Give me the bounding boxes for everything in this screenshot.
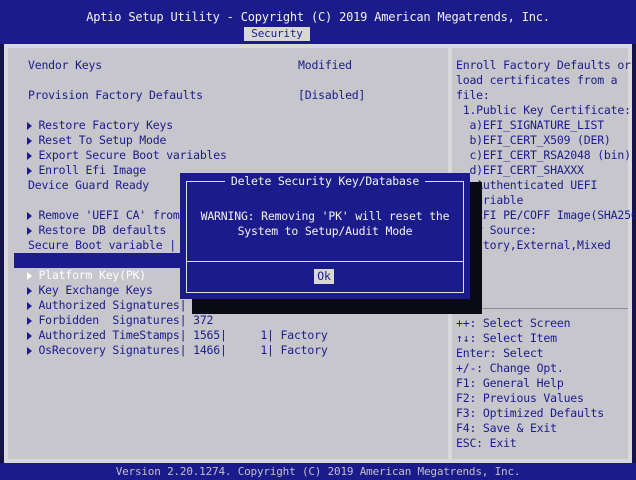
provision-factory-defaults-label[interactable]: Provision Factory Defaults [28,88,203,103]
provision-factory-defaults-value[interactable]: [Disabled] [298,88,365,103]
help-line: Enroll Factory Defaults or [456,58,631,72]
variable-row-forbidden-signatures[interactable]: Forbidden Signatures| 372 [14,298,213,327]
vendor-keys-value: Modified [298,58,352,72]
vendor-keys-label: Vendor Keys [28,58,102,72]
key-hint-change-opt: +/-: Change Opt. [456,361,564,375]
key-hint-esc: ESC: Exit [456,436,517,450]
key-hint-f1: F1: General Help [456,376,564,390]
footer-version-text: Version 2.20.1274. Copyright (C) 2019 Am… [115,465,521,478]
tab-security[interactable]: Security [244,27,310,41]
header-title: Aptio Setup Utility - Copyright (C) 2019… [86,10,550,24]
submenu-arrow-icon [27,166,33,175]
dialog-title-wrap: Delete Security Key/Database [180,173,470,189]
footer-bar: Version 2.20.1274. Copyright (C) 2019 Am… [0,463,636,480]
menu-item-remove-uefi-ca[interactable]: Remove 'UEFI CA' from DB [14,193,200,222]
variable-row-label: OsRecovery Signatures| 1466| 1| Factory [38,343,328,357]
dialog-title: Delete Security Key/Database [224,173,426,189]
variable-row-key-exchange-keys[interactable]: Key Exchange Keys | 1 [14,268,200,297]
menu-item-label: Restore DB defaults [38,223,167,237]
ok-button[interactable]: Ok [314,269,334,284]
help-line: file: [456,88,490,102]
key-hint-enter: Enter: Select [456,346,544,360]
help-line: 1.Public Key Certificate: [456,103,631,117]
key-hint-f2: F2: Previous Values [456,391,584,405]
help-line: load certificates from a [456,73,618,87]
device-guard-ready-label: Device Guard Ready [28,178,150,192]
submenu-arrow-icon [27,226,33,235]
help-line: c)EFI_CERT_RSA2048 (bin) [456,148,631,162]
menu-item-reset-to-setup-mode[interactable]: Reset To Setup Mode [14,118,166,147]
help-line: d)EFI_CERT_SHAXXX [456,163,584,177]
help-line: b)EFI_CERT_X509 (DER) [456,133,611,147]
menu-item-enroll-efi-image[interactable]: Enroll Efi Image [14,148,146,177]
help-line: 3.EFI PE/COFF Image(SHA256) [456,208,636,222]
help-line: a)EFI_SIGNATURE_LIST [456,118,604,132]
submenu-arrow-icon [27,346,33,355]
dialog-message-line2: System to Setup/Audit Mode [237,224,413,238]
menu-item-label: Enroll Efi Image [38,163,147,177]
menu-item-restore-factory-keys[interactable]: Restore Factory Keys [14,103,173,132]
dialog-divider [186,261,464,262]
menu-item-export-secure-boot-variables[interactable]: Export Secure Boot variables [14,133,227,162]
variable-row-authorized-signatures[interactable]: Authorized Signatures| 4 [14,283,200,312]
header-bar: Aptio Setup Utility - Copyright (C) 2019… [0,0,636,44]
key-hint-select-screen: ++: Select Screen [456,316,571,330]
variable-row-osrecovery-signatures[interactable]: OsRecovery Signatures| 1466| 1| Factory [14,328,328,357]
delete-key-dialog: Delete Security Key/Database WARNING: Re… [180,173,470,299]
dialog-message-line1: WARNING: Removing 'PK' will reset the [200,209,450,223]
key-hint-f4: F4: Save & Exit [456,421,557,435]
key-hint-f3: F3: Optimized Defaults [456,406,604,420]
key-hint-select-item: ↑↓: Select Item [456,331,557,345]
secure-boot-variable-header: Secure Boot variable | S [28,238,190,252]
variable-row-authorized-timestamps[interactable]: Authorized TimeStamps| 1565| 1| Factory [14,313,328,342]
menu-item-restore-db-defaults[interactable]: Restore DB defaults [14,208,166,237]
